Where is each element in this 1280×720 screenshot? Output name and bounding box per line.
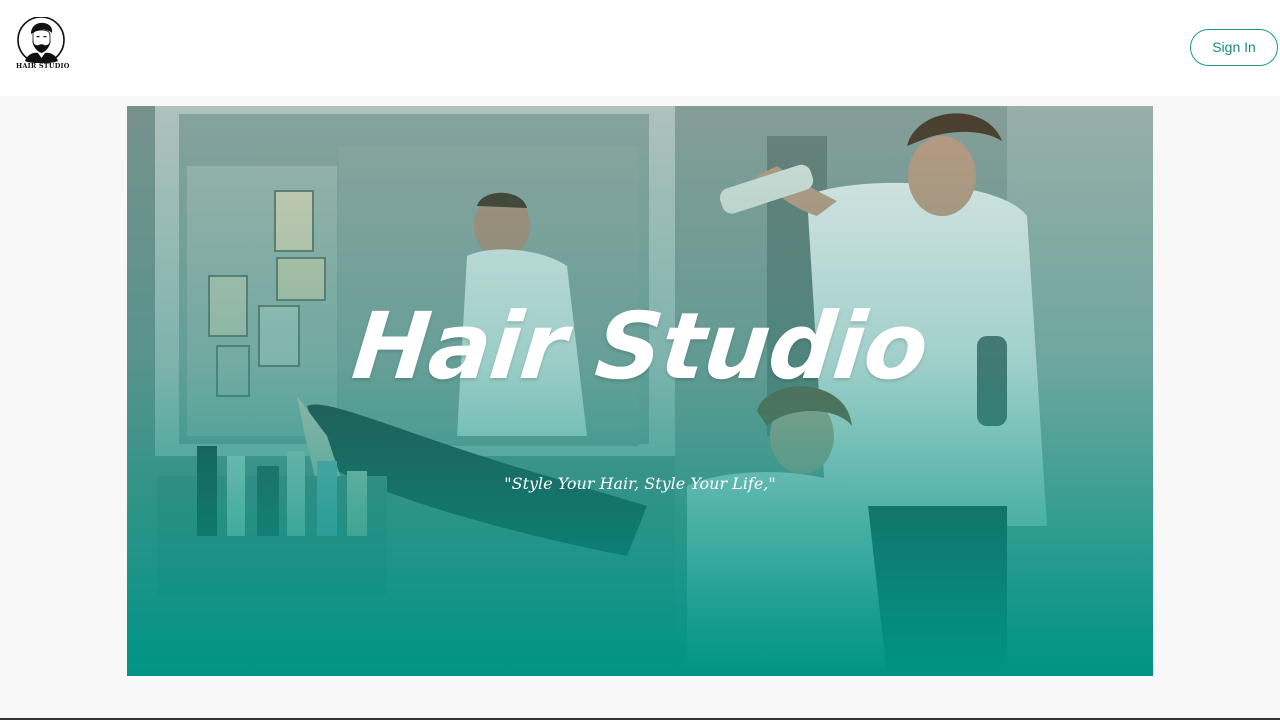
sign-in-button[interactable]: Sign In xyxy=(1190,29,1278,66)
logo[interactable]: HAIR STUDIO xyxy=(16,17,70,71)
site-header: HAIR STUDIO Sign In xyxy=(0,0,1280,96)
hero-tagline: "Style Your Hair, Style Your Life," xyxy=(504,474,776,493)
bearded-man-logo-icon xyxy=(17,17,65,63)
hero-title: Hair Studio xyxy=(347,293,933,400)
hero-banner: Hair Studio "Style Your Hair, Style Your… xyxy=(127,106,1153,676)
logo-text: HAIR STUDIO xyxy=(16,62,70,70)
